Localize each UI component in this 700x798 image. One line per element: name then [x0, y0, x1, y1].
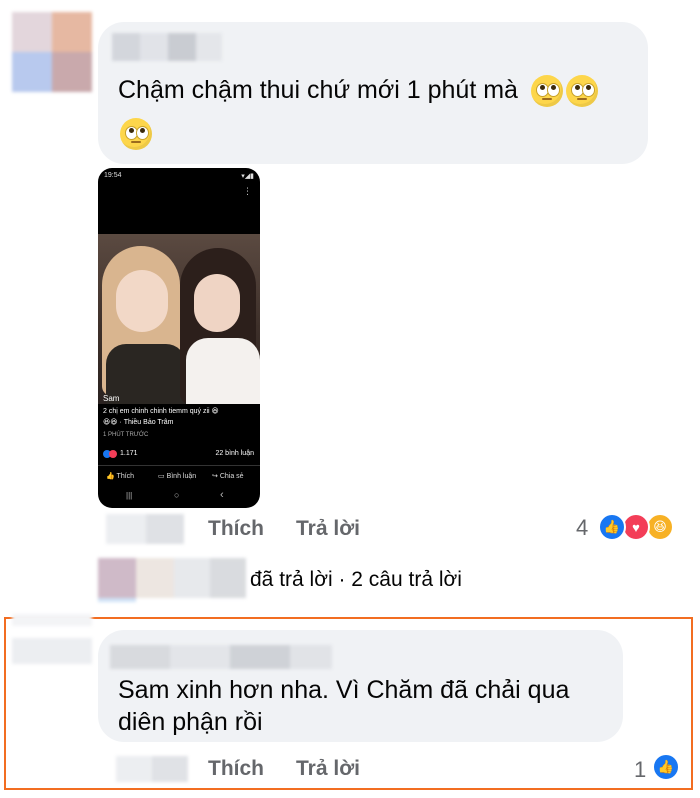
commenter-name[interactable] — [110, 645, 332, 669]
post-photo[interactable] — [98, 234, 260, 404]
nav-recent-button[interactable]: ||| — [126, 491, 132, 500]
reaction-summary[interactable]: 👍 ♥ 😆 — [598, 513, 682, 543]
like-reaction-icon[interactable]: 👍 — [652, 753, 680, 781]
like-reaction-icon: 👍 — [598, 513, 626, 541]
attached-screenshot[interactable]: 19:54 ▾◢▮ ⋮ Sam 2 chị em chinh chinh tie… — [98, 168, 260, 508]
post-comment-count[interactable]: 22 bình luận — [215, 450, 254, 457]
reaction-icons — [103, 450, 121, 459]
reaction-count[interactable]: 1 — [634, 757, 646, 783]
post-caption: 2 chị em chinh chinh tiemm quý zii 😆 — [103, 408, 219, 415]
comment-text-line2: diên phận rồi — [118, 708, 263, 736]
rolling-eyes-emoji-icon — [565, 75, 598, 108]
post-author: Sam — [103, 394, 120, 403]
post-share-button[interactable]: ↪ Chia sẻ — [212, 472, 244, 480]
post-reaction-count: 1.171 — [120, 450, 138, 457]
more-icon[interactable]: ⋮ — [243, 186, 252, 197]
post-tag: 😆😆 · Thiều Bảo Trâm — [103, 419, 174, 426]
action-timestamp[interactable] — [106, 514, 184, 544]
reply-avatars[interactable] — [98, 558, 246, 602]
post-time: 1 PHÚT TRƯỚC — [103, 432, 149, 438]
love-reaction-icon: ♥ — [622, 513, 650, 541]
status-time: 19:54 — [104, 172, 122, 179]
avatar[interactable] — [12, 614, 92, 664]
nav-back-button[interactable]: ‹ — [220, 489, 224, 501]
rolling-eyes-emoji-icon — [120, 118, 152, 150]
commenter-name[interactable] — [112, 33, 222, 61]
reply-button[interactable]: Trả lời — [296, 757, 360, 781]
like-button[interactable]: Thích — [208, 517, 264, 541]
reaction-count[interactable]: 4 — [576, 515, 588, 541]
rolling-eyes-emoji-icon — [530, 75, 563, 108]
haha-reaction-icon: 😆 — [646, 513, 674, 541]
reply-button[interactable]: Trả lời — [296, 517, 360, 541]
action-timestamp[interactable] — [116, 756, 188, 782]
post-comment-button[interactable]: ▭ Bình luận — [158, 472, 196, 480]
comment-text: Chậm chậm thui chứ mới 1 phút mà — [118, 76, 518, 104]
status-icons: ▾◢▮ — [241, 173, 254, 180]
view-replies-link[interactable]: đã trả lời · 2 câu trả lời — [250, 568, 462, 592]
like-button[interactable]: Thích — [208, 757, 264, 781]
nav-home-button[interactable]: ○ — [174, 490, 179, 500]
avatar[interactable] — [12, 12, 92, 92]
post-like-button[interactable]: 👍 Thích — [106, 472, 134, 480]
